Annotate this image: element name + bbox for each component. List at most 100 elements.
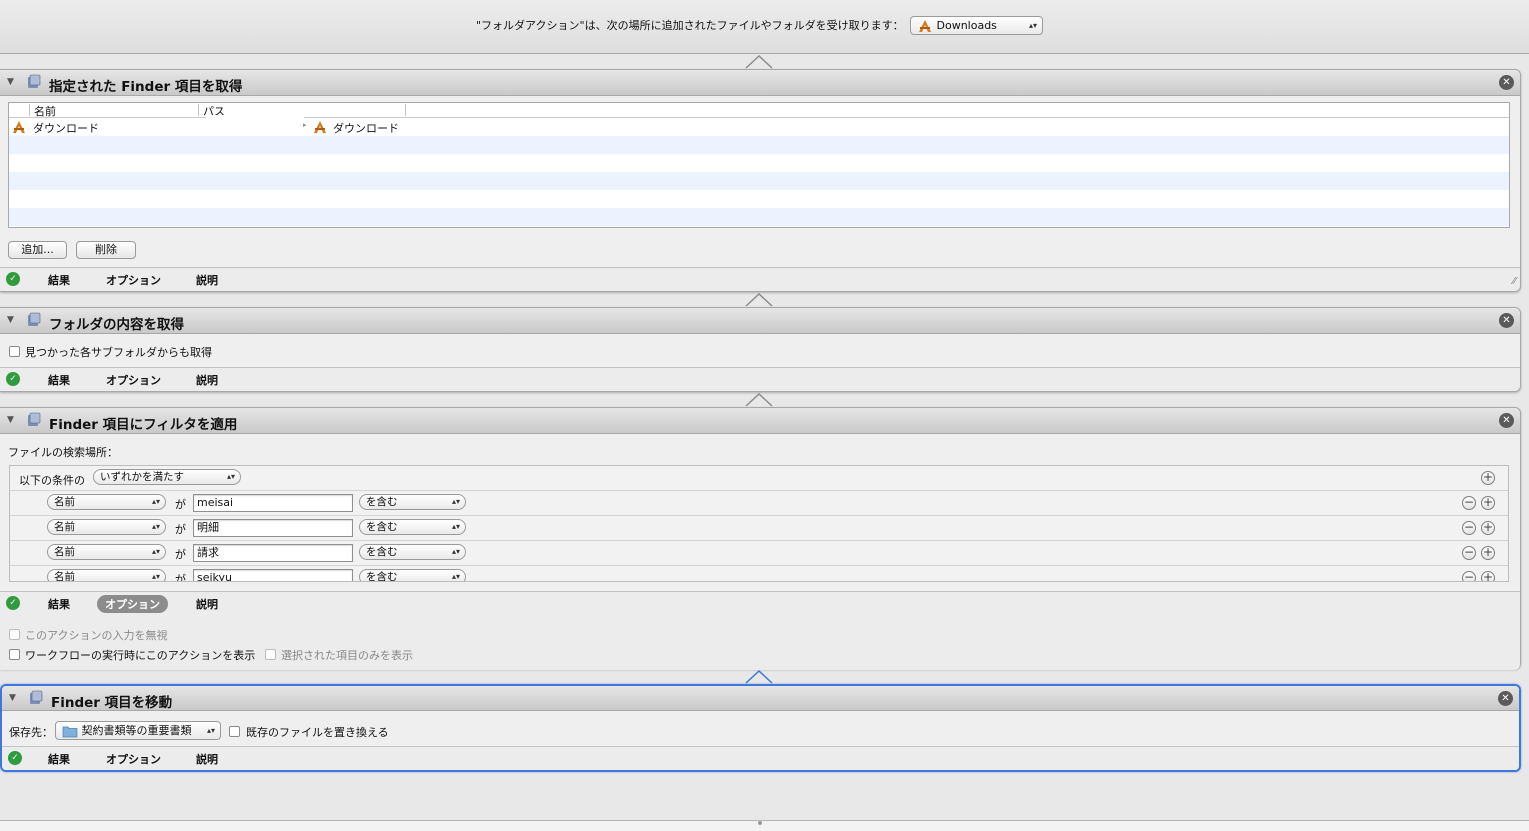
destination-popup[interactable]: 契約書類等の重要書類 ▴▾ xyxy=(55,721,221,740)
close-icon[interactable]: ✕ xyxy=(1499,75,1514,90)
close-icon[interactable]: ✕ xyxy=(1498,691,1513,706)
automator-icon xyxy=(28,74,41,88)
popup-arrows-icon: ▴▾ xyxy=(451,522,460,531)
action-footer: ✓ 結果 オプション 説明 xyxy=(0,367,1520,391)
add-criteria-icon[interactable]: + xyxy=(1481,521,1495,535)
column-separator xyxy=(405,104,406,116)
show-selected-only-checkbox[interactable] xyxy=(265,649,276,660)
split-view-divider[interactable] xyxy=(0,820,1529,831)
operator-popup[interactable]: を含む ▴▾ xyxy=(359,494,466,510)
remove-criteria-icon[interactable]: − xyxy=(1462,496,1476,510)
item-name: ダウンロード xyxy=(33,122,99,135)
disclosure-triangle-icon[interactable]: ▼ xyxy=(7,415,14,425)
show-when-run-checkbox[interactable] xyxy=(9,649,20,660)
operator-popup[interactable]: を含む ▴▾ xyxy=(359,519,466,535)
action-header: ▼ Finder 項目を移動 ✕ xyxy=(2,686,1519,711)
ignore-input-label: このアクションの入力を無視 xyxy=(25,629,168,642)
show-when-run-label: ワークフローの実行時にこのアクションを表示 xyxy=(25,649,256,662)
tab-description[interactable]: 説明 xyxy=(196,272,218,288)
column-separator xyxy=(198,104,199,116)
action-header: ▼ Finder 項目にフィルタを適用 ✕ xyxy=(0,408,1520,434)
col-name-header[interactable]: 名前 xyxy=(34,103,56,119)
popup-arrows-icon: ▴▾ xyxy=(151,572,160,581)
operator-popup[interactable]: を含む ▴▾ xyxy=(359,569,466,581)
table-row[interactable]: ダウンロード ▸ ダウンロード xyxy=(9,115,1509,145)
connector-notch xyxy=(745,54,773,69)
splitter-handle-icon[interactable] xyxy=(758,821,762,825)
criteria-value-input[interactable]: seikyu xyxy=(193,569,353,581)
connector-notch xyxy=(745,392,773,407)
folder-popup[interactable]: Downloads ▴▾ xyxy=(910,16,1043,35)
action-header: ▼ フォルダの内容を取得 ✕ xyxy=(0,308,1520,334)
add-button[interactable]: 追加... xyxy=(8,241,67,259)
criteria-row: 名前 ▴▾ が 明細 を含む ▴▾ − + xyxy=(10,516,1508,541)
tab-description[interactable]: 説明 xyxy=(196,596,218,612)
field-popup[interactable]: 名前 ▴▾ xyxy=(47,569,166,582)
field-popup-value: 名前 xyxy=(54,546,75,558)
delete-button[interactable]: 削除 xyxy=(76,241,136,259)
popup-arrows-icon: ▴▾ xyxy=(451,547,460,556)
field-popup-value: 名前 xyxy=(54,496,75,508)
field-popup[interactable]: 名前 ▴▾ xyxy=(47,519,166,535)
column-separator xyxy=(29,104,30,116)
disclosure-triangle-icon[interactable]: ▼ xyxy=(7,315,14,325)
automator-icon xyxy=(30,690,43,704)
tab-options[interactable]: オプション xyxy=(97,595,168,613)
action-title: 指定された Finder 項目を取得 xyxy=(49,79,243,95)
operator-popup-value: を含む xyxy=(366,496,398,508)
criteria-list: 以下の条件の いずれかを満たす ▴▾ + 名前 ▴▾ が meisai を含む ▴▾… xyxy=(9,465,1509,582)
add-criteria-icon[interactable]: + xyxy=(1481,471,1495,485)
subfolder-checkbox[interactable] xyxy=(9,346,20,357)
field-popup-value: 名前 xyxy=(54,571,75,582)
field-popup[interactable]: 名前 ▴▾ xyxy=(47,494,166,510)
tab-options[interactable]: オプション xyxy=(106,372,161,388)
finder-items-table: 名前 パス ダウンロード ▸ ダウンロード xyxy=(8,102,1510,228)
ignore-input-checkbox[interactable] xyxy=(9,629,20,640)
criteria-value-input[interactable]: meisai xyxy=(193,494,353,512)
add-criteria-icon[interactable]: + xyxy=(1481,571,1495,581)
remove-criteria-icon[interactable]: − xyxy=(1462,546,1476,560)
destination-popup-value: 契約書類等の重要書類 xyxy=(81,724,192,737)
add-criteria-icon[interactable]: + xyxy=(1481,496,1495,510)
ga-label: が xyxy=(175,498,186,511)
connector-notch xyxy=(745,669,773,684)
tab-options[interactable]: オプション xyxy=(106,751,161,767)
connector-notch xyxy=(745,292,773,307)
field-popup[interactable]: 名前 ▴▾ xyxy=(47,544,166,560)
remove-criteria-icon[interactable]: − xyxy=(1462,521,1476,535)
popup-arrows-icon: ▴▾ xyxy=(206,726,215,735)
condition-mode-popup[interactable]: いずれかを満たす ▴▾ xyxy=(93,469,241,485)
action-title: Finder 項目にフィルタを適用 xyxy=(49,417,238,433)
disclosure-triangle-icon[interactable]: ▼ xyxy=(7,77,14,87)
tab-options[interactable]: オプション xyxy=(106,272,161,288)
criteria-value-input[interactable]: 請求 xyxy=(193,544,353,562)
checkmark-icon: ✓ xyxy=(6,372,20,386)
tab-results[interactable]: 結果 xyxy=(48,596,70,612)
action-filter-finder-items: ▼ Finder 項目にフィルタを適用 ✕ ファイルの検索場所： 以下の条件の … xyxy=(0,407,1521,670)
search-location-label: ファイルの検索場所： xyxy=(8,446,118,459)
folder-action-bar: "フォルダアクション"は、次の場所に追加されたファイルやフォルダを受け取ります：… xyxy=(0,0,1529,54)
replace-existing-checkbox[interactable] xyxy=(229,726,240,737)
table-row-empty xyxy=(9,154,1509,172)
table-row-empty xyxy=(9,208,1509,226)
applications-folder-icon xyxy=(919,20,931,32)
applications-folder-icon xyxy=(314,121,326,133)
tab-results[interactable]: 結果 xyxy=(48,751,70,767)
remove-criteria-icon[interactable]: − xyxy=(1462,571,1476,581)
destination-label: 保存先： xyxy=(9,726,53,739)
folder-icon xyxy=(62,726,78,737)
operator-popup[interactable]: を含む ▴▾ xyxy=(359,544,466,560)
close-icon[interactable]: ✕ xyxy=(1499,413,1514,428)
resize-handle-icon[interactable]: ⁄⁄ xyxy=(1513,276,1516,287)
tab-results[interactable]: 結果 xyxy=(48,372,70,388)
disclosure-triangle-icon[interactable]: ▼ xyxy=(9,693,16,703)
table-row-empty xyxy=(9,172,1509,190)
table-row-empty xyxy=(9,190,1509,208)
tab-results[interactable]: 結果 xyxy=(48,272,70,288)
criteria-value-input[interactable]: 明細 xyxy=(193,519,353,537)
tab-description[interactable]: 説明 xyxy=(196,751,218,767)
tab-description[interactable]: 説明 xyxy=(196,372,218,388)
action-get-finder-items: ▼ 指定された Finder 項目を取得 ✕ 名前 パス ダウンロード ▸ ダウ… xyxy=(0,69,1521,292)
close-icon[interactable]: ✕ xyxy=(1499,313,1514,328)
add-criteria-icon[interactable]: + xyxy=(1481,546,1495,560)
